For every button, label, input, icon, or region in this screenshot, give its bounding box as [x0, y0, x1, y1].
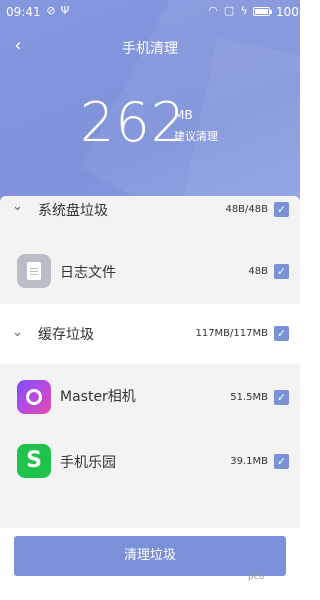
phone-park-app-icon: S: [17, 444, 51, 478]
battery-icon: [253, 7, 272, 16]
item-label: 手机乐园: [60, 455, 116, 471]
item-size: 39.1MB: [230, 456, 268, 467]
chevron-down-icon[interactable]: ⌄: [12, 200, 26, 214]
charging-icon: ϟ: [240, 4, 248, 17]
junk-size-unit: MB: [174, 108, 193, 122]
chevron-down-icon[interactable]: ⌄: [12, 326, 26, 340]
page-title: 手机清理: [122, 41, 178, 57]
usb-icon: Ψ: [60, 4, 70, 17]
list-item-log-files[interactable]: 日志文件 48B ✓: [0, 242, 300, 302]
item-checkbox[interactable]: ✓: [274, 264, 289, 279]
category-system-disk[interactable]: ⌄ 系统盘垃圾 48B/48B ✓: [0, 196, 300, 246]
status-time: 09:41: [6, 5, 41, 19]
item-label: Master相机: [60, 389, 136, 405]
status-bar: 09:41 ⊘ Ψ ◠ ▢ ϟ 100: [0, 0, 300, 24]
item-checkbox[interactable]: ✓: [274, 454, 289, 469]
header-area: 09:41 ⊘ Ψ ◠ ▢ ϟ 100 ‹ 手机清理 262 MB 建议清理: [0, 0, 300, 226]
item-label: 日志文件: [60, 265, 116, 281]
category-size: 48B/48B: [225, 204, 268, 215]
log-file-icon: [17, 254, 51, 288]
nav-bar: ‹ 手机清理: [0, 34, 300, 60]
bottom-bar: 清理垃圾: [0, 528, 300, 600]
category-size: 117MB/117MB: [195, 328, 268, 339]
master-camera-app-icon: [17, 380, 51, 414]
phone-clean-screen: 09:41 ⊘ Ψ ◠ ▢ ϟ 100 ‹ 手机清理 262 MB 建议清理 ⌄…: [0, 0, 300, 600]
wifi-icon: ◠: [208, 4, 218, 17]
item-size: 48B: [248, 266, 268, 277]
category-label: 系统盘垃圾: [38, 203, 108, 219]
item-size: 51.5MB: [230, 392, 268, 403]
sync-icon: ⊘: [46, 4, 56, 17]
watermark: pc6: [248, 572, 265, 582]
category-cache[interactable]: ⌄ 缓存垃圾 117MB/117MB ✓: [0, 304, 300, 364]
sim-icon: ▢: [223, 4, 235, 17]
battery-percent: 100: [276, 5, 299, 19]
list-item-phone-park[interactable]: S 手机乐园 39.1MB ✓: [0, 432, 300, 492]
junk-size-label: 建议清理: [174, 130, 218, 143]
category-label: 缓存垃圾: [38, 327, 94, 343]
junk-size-value: 262: [80, 91, 187, 154]
list-item-master-camera[interactable]: Master相机 51.5MB ✓: [0, 368, 300, 428]
category-checkbox[interactable]: ✓: [274, 202, 289, 217]
clean-junk-button[interactable]: 清理垃圾: [14, 536, 286, 576]
category-checkbox[interactable]: ✓: [274, 326, 289, 341]
junk-list: ⌄ 系统盘垃圾 48B/48B ✓ 日志文件 48B ✓ ⌄ 缓存垃圾 117M…: [0, 196, 300, 528]
item-checkbox[interactable]: ✓: [274, 390, 289, 405]
